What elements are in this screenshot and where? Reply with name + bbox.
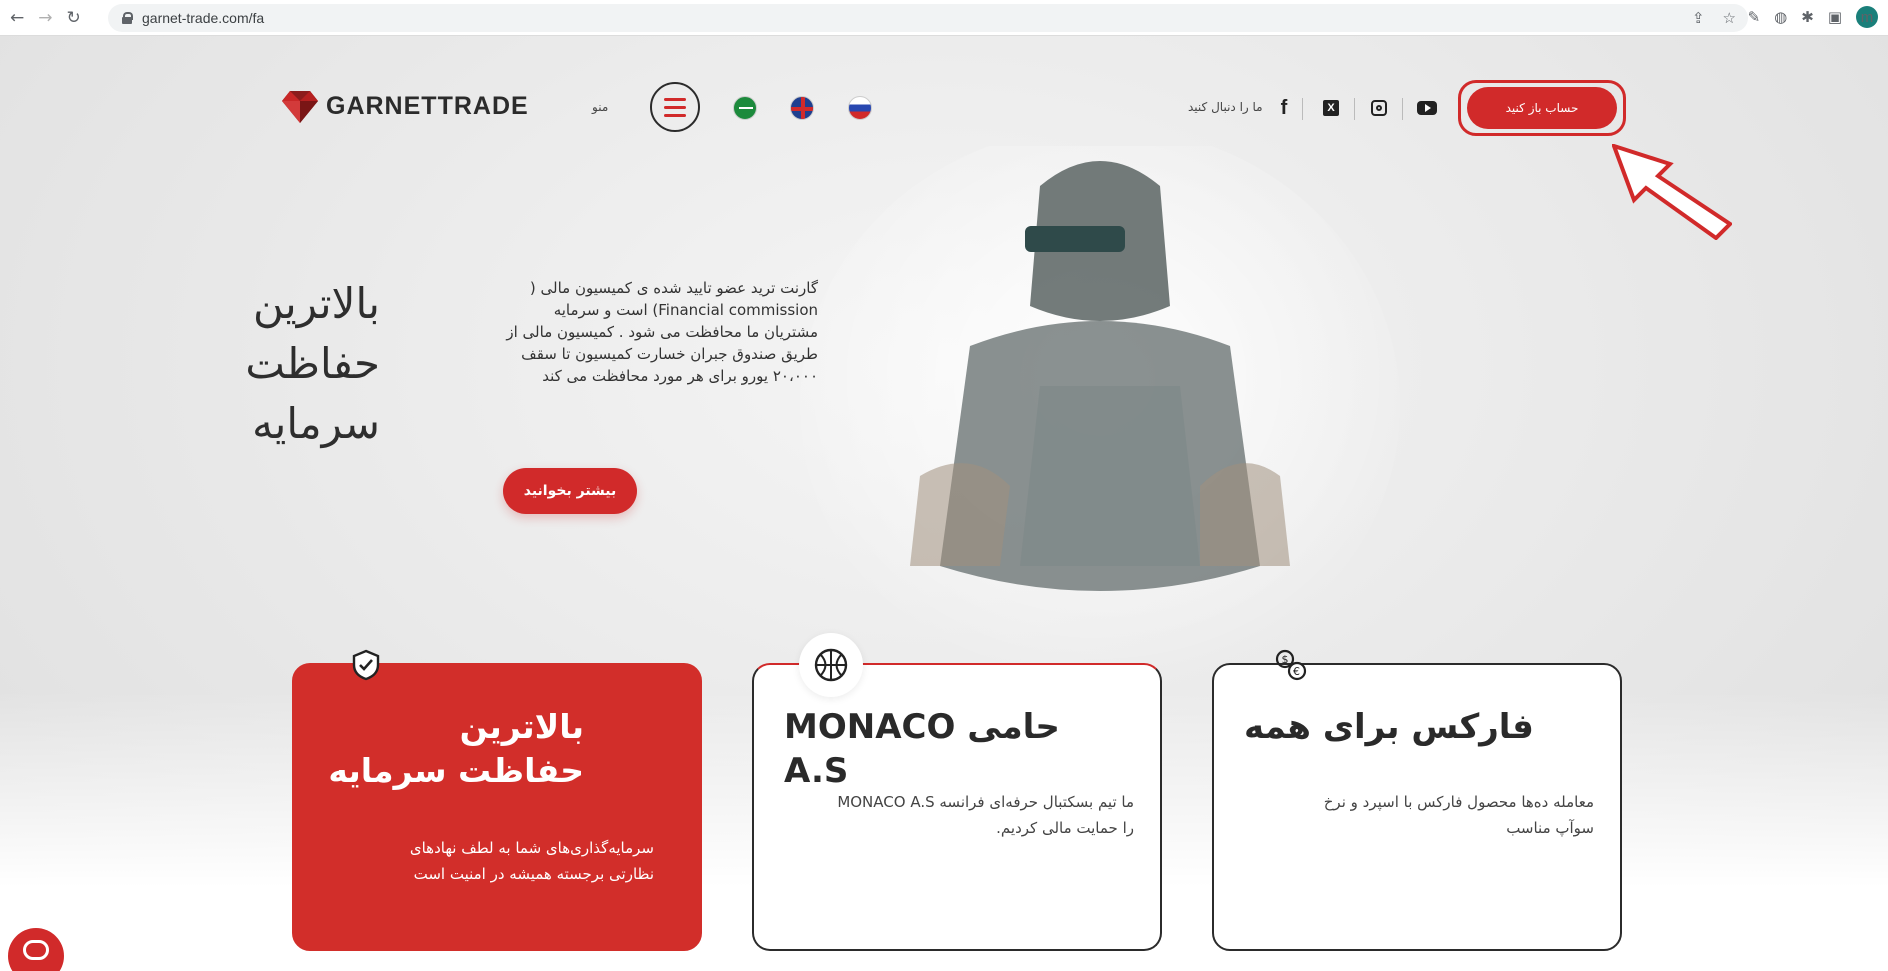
menu-label[interactable]: منو <box>592 100 608 114</box>
social-divider <box>1302 98 1303 120</box>
hamburger-line <box>664 113 686 117</box>
basketball-icon <box>814 648 848 682</box>
svg-text:€: € <box>1293 665 1300 678</box>
logo-text-part-1: GARNET <box>326 91 438 120</box>
card-text: ما تیم بسکتبال حرفه‌ای فرانسه MONACO A.S… <box>837 793 1134 837</box>
hamburger-line <box>664 105 686 109</box>
url-actions: ⇪ ☆ <box>1692 9 1736 27</box>
share-icon[interactable]: ⇪ <box>1692 9 1705 27</box>
social-divider <box>1402 98 1403 120</box>
money-exchange-icon: $ € <box>1275 649 1307 681</box>
logo-text: GARNETTRADE <box>326 92 529 121</box>
feature-card-sponsor[interactable]: حامی MONACO A.S ما تیم بسکتبال حرفه‌ای ف… <box>752 633 1162 951</box>
card-title: حامی MONACO A.S <box>784 707 1060 791</box>
logo-text-part-2: TRADE <box>437 91 529 120</box>
youtube-icon[interactable] <box>1415 96 1439 120</box>
open-account-button[interactable]: حساب باز کنید <box>1467 87 1617 129</box>
address-bar[interactable]: garnet-trade.com/fa ⇪ ☆ <box>108 4 1748 32</box>
flag-russia-icon[interactable] <box>848 96 872 120</box>
feature-card-protection[interactable]: بالاترین حفاظت سرمایه سرمایه‌گذاری‌های ش… <box>292 649 702 951</box>
x-icon[interactable]: X <box>1319 96 1343 120</box>
card-title: فارکس برای همه <box>1244 707 1534 747</box>
card-icon-badge <box>334 633 398 697</box>
hamburger-menu-button[interactable] <box>650 82 700 132</box>
card-title: بالاترین حفاظت سرمایه <box>328 707 584 790</box>
sidebar-icon[interactable]: ▣ <box>1828 8 1842 26</box>
card-icon-badge <box>799 633 863 697</box>
instagram-icon[interactable] <box>1367 96 1391 120</box>
follow-us-label: ما را دنبال کنید <box>1188 100 1263 114</box>
svg-text:$: $ <box>1282 653 1289 666</box>
profile-avatar[interactable]: m <box>1856 6 1878 28</box>
forward-icon[interactable]: → <box>38 8 52 28</box>
lock-icon[interactable] <box>122 12 133 24</box>
back-icon[interactable]: ← <box>10 8 24 28</box>
reload-icon[interactable]: ↻ <box>67 8 81 28</box>
chat-bubble-icon <box>23 940 49 960</box>
social-divider <box>1354 98 1355 120</box>
puzzle-icon[interactable]: ✱ <box>1801 8 1814 26</box>
star-icon[interactable]: ☆ <box>1723 9 1736 27</box>
facebook-icon[interactable]: f <box>1272 96 1296 120</box>
hero-description: گارنت ترید عضو تایید شده ی کمیسیون مالی … <box>506 279 818 385</box>
globe-icon[interactable]: ◍ <box>1774 8 1787 26</box>
browser-toolbar: ← → ↻ garnet-trade.com/fa ⇪ ☆ ✎ ◍ ✱ ▣ m <box>0 0 1888 36</box>
brand-logo[interactable]: GARNETTRADE <box>282 89 529 123</box>
card-text: معامله ده‌ها محصول فارکس با اسپرد و نرخ … <box>1323 793 1594 837</box>
flag-saudi-arabia-icon[interactable] <box>733 96 757 120</box>
feature-card-forex[interactable]: $ € فارکس برای همه معامله ده‌ها محصول فا… <box>1212 649 1622 951</box>
browser-nav: ← → ↻ <box>0 8 105 28</box>
brush-icon[interactable]: ✎ <box>1748 8 1761 26</box>
card-text: سرمایه‌گذاری‌های شما به لطف نهادهای نظار… <box>409 839 654 883</box>
garnet-gem-icon <box>282 91 318 123</box>
arrow-annotation-icon <box>1612 144 1732 240</box>
card-icon-badge: $ € <box>1259 633 1323 697</box>
read-more-button[interactable]: بیشتر بخوانید <box>503 468 637 514</box>
extensions-area: ✎ ◍ ✱ ▣ m <box>1748 6 1878 28</box>
hamburger-line <box>664 97 686 101</box>
page-body: GARNETTRADE منو ما را دنبال کنید f X حسا… <box>0 36 1888 971</box>
knight-illustration <box>800 146 1400 686</box>
hero-title: بالاترین حفاظت سرمایه <box>245 279 380 448</box>
url-text[interactable]: garnet-trade.com/fa <box>142 10 264 26</box>
flag-uk-icon[interactable] <box>790 96 814 120</box>
shield-check-icon <box>352 649 380 681</box>
